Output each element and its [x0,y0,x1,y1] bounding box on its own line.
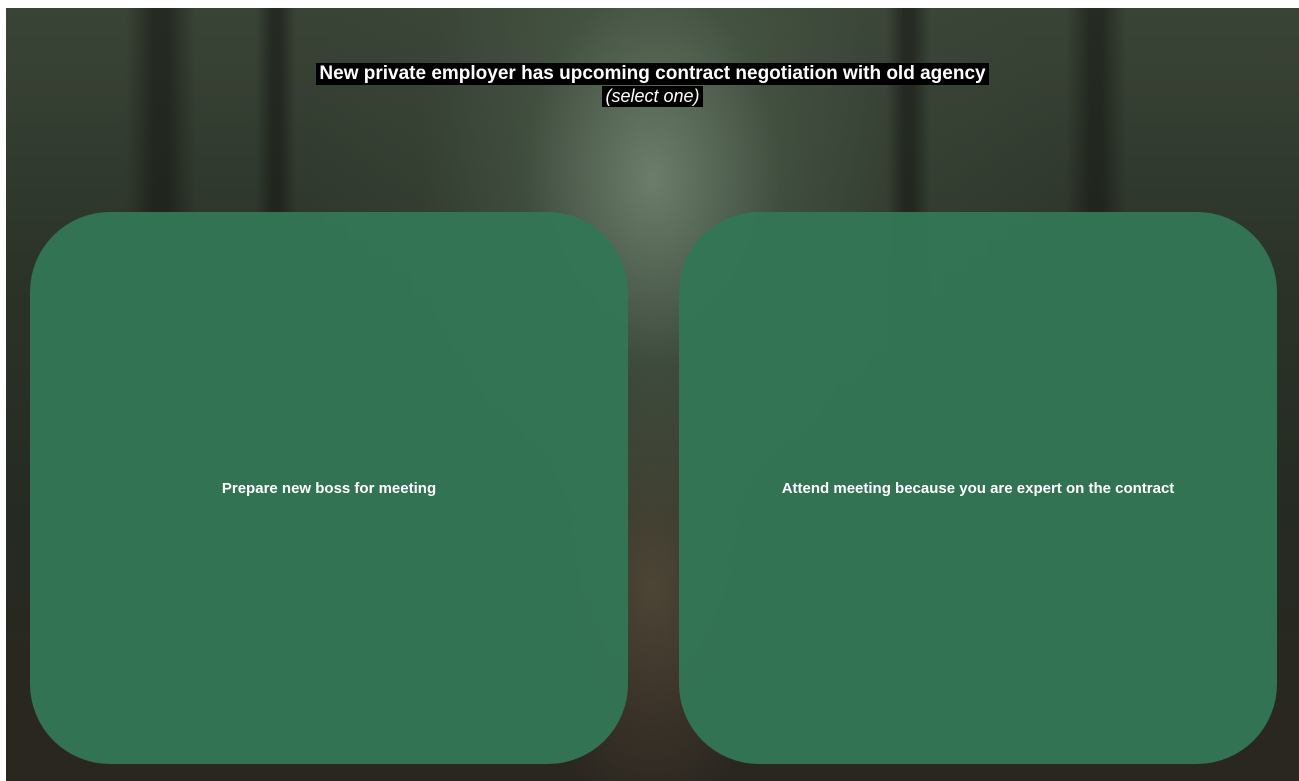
question-title: New private employer has upcoming contra… [316,63,989,85]
choice-label: Prepare new boss for meeting [221,479,437,497]
select-one-instruction: (select one) [602,86,703,107]
question-prompt: New private employer has upcoming contra… [6,63,1299,107]
choice-card-attend-meeting[interactable]: Attend meeting because you are expert on… [679,212,1277,764]
choice-card-prepare-boss[interactable]: Prepare new boss for meeting [30,212,628,764]
choice-label: Attend meeting because you are expert on… [781,479,1175,497]
forest-background: New private employer has upcoming contra… [6,8,1299,781]
